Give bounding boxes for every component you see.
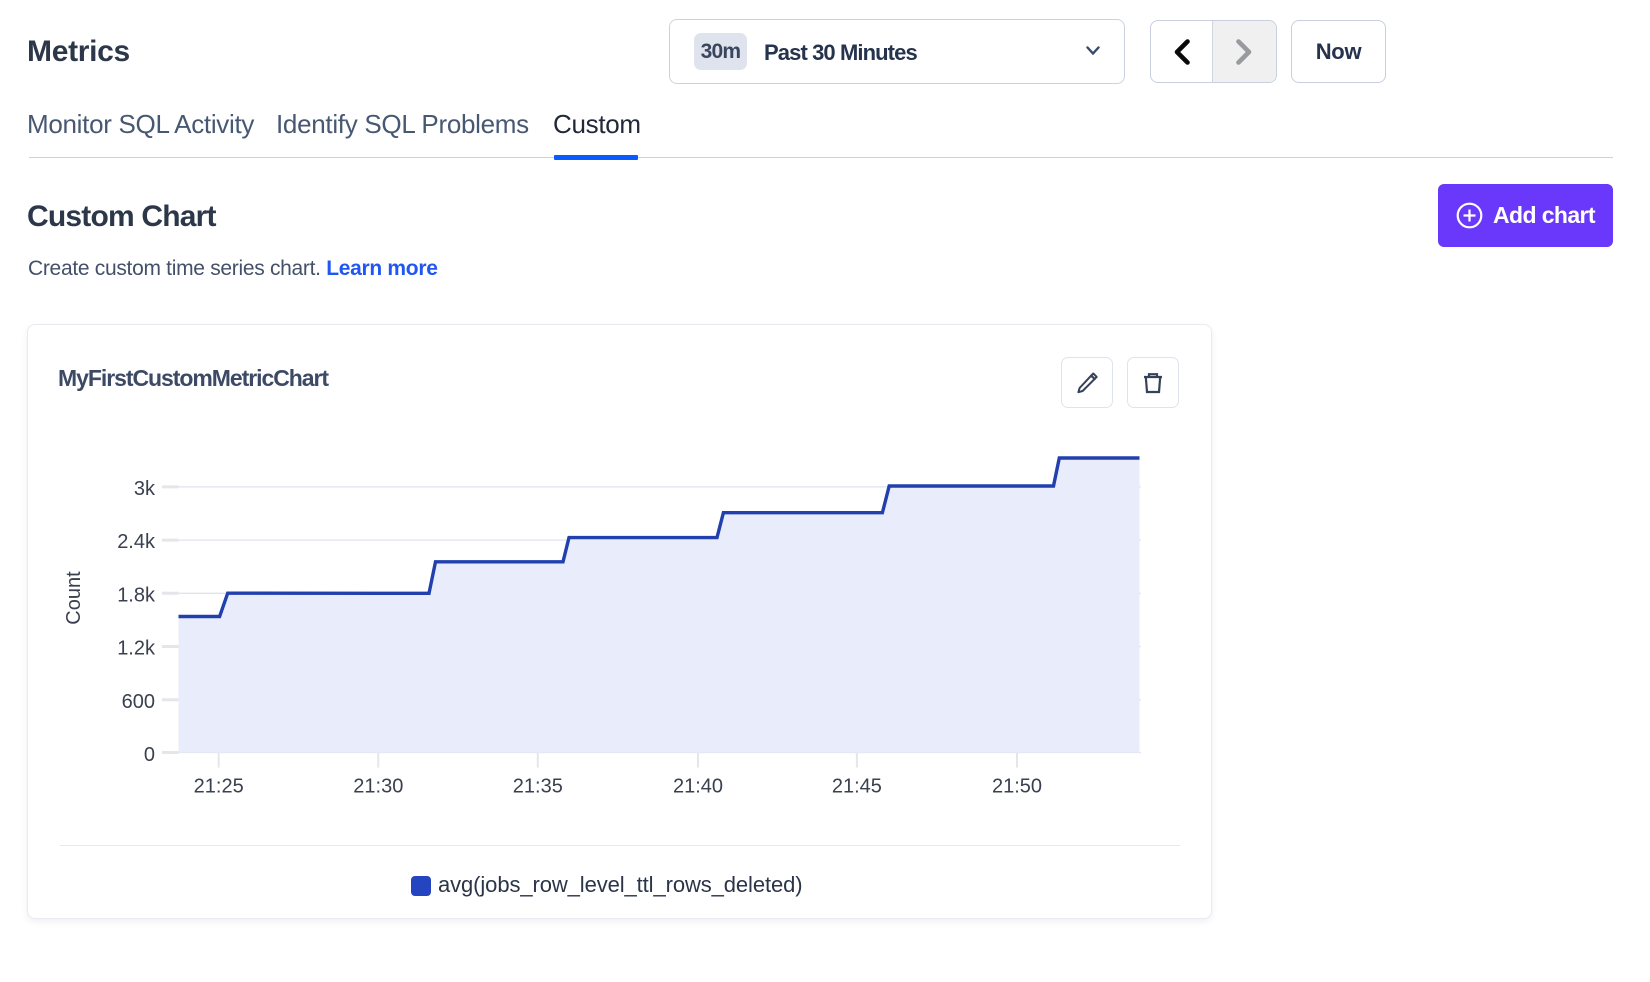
svg-text:21:30: 21:30 <box>353 775 403 797</box>
svg-text:21:25: 21:25 <box>194 775 244 797</box>
svg-text:1.2k: 1.2k <box>117 638 156 660</box>
svg-text:600: 600 <box>122 691 155 713</box>
svg-text:3k: 3k <box>134 478 156 500</box>
svg-text:2.4k: 2.4k <box>117 531 156 553</box>
svg-text:21:35: 21:35 <box>513 775 563 797</box>
svg-text:21:50: 21:50 <box>992 775 1042 797</box>
svg-text:21:45: 21:45 <box>832 775 882 797</box>
svg-text:0: 0 <box>144 744 155 766</box>
svg-text:1.8k: 1.8k <box>117 584 156 606</box>
svg-text:Count: Count <box>63 571 85 625</box>
svg-text:21:40: 21:40 <box>673 775 723 797</box>
